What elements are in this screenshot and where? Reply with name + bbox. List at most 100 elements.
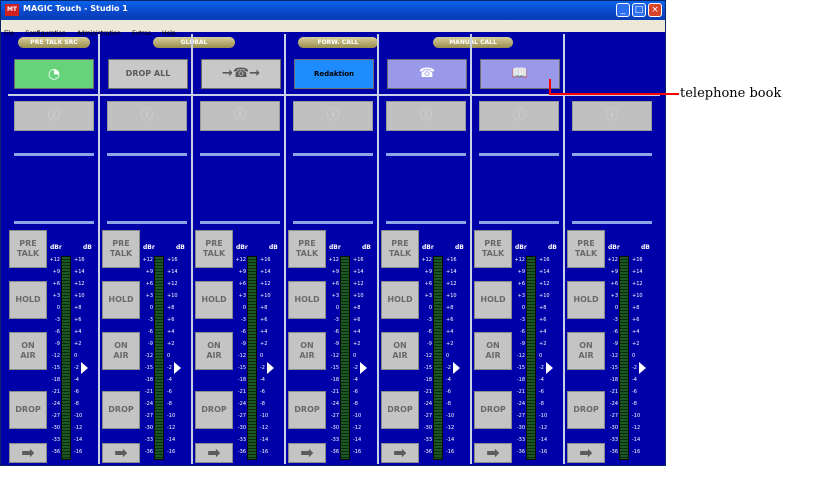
meter-unit-db: dB [269,244,278,251]
on-air-button[interactable]: ON AIR [102,332,140,370]
level-marker-icon[interactable] [639,362,646,374]
drop-button[interactable]: DROP [474,391,512,429]
meter-tick-dbr: +6 [145,281,153,287]
pre-talk-button[interactable]: PRE TALK [102,230,140,268]
drop-button[interactable]: DROP [381,391,419,429]
arrow-right-icon: ➡ [207,443,221,462]
forward-button[interactable]: ➡ [474,443,512,463]
meter-tick-db: +12 [446,281,457,287]
meter-tick-db: 0 [74,353,78,359]
forward-button[interactable]: ➡ [288,443,326,463]
drop-button[interactable]: DROP [102,391,140,429]
meter-tick-db: +4 [74,329,82,335]
caller-info-button[interactable]: ⓘ [386,101,466,131]
meter-tick-dbr: -9 [148,341,153,347]
meter-tick-dbr: -27 [516,413,525,419]
caller-name-line [479,153,559,156]
hold-button[interactable]: HOLD [102,281,140,319]
hold-button[interactable]: HOLD [567,281,605,319]
pre-talk-button[interactable]: PRE TALK [567,230,605,268]
forward-button[interactable]: ➡ [102,443,140,463]
level-meter [433,256,443,460]
drop-button[interactable]: DROP [9,391,47,429]
forward-button[interactable]: ➡ [195,443,233,463]
drop-button[interactable]: DROP [288,391,326,429]
meter-tick-dbr: -36 [237,449,246,455]
caller-note-line [572,221,652,224]
meter-tick-db: -4 [539,377,544,383]
meter-tick-dbr: -24 [144,401,153,407]
meter-tick-dbr: 0 [428,305,432,311]
level-marker-icon[interactable] [174,362,181,374]
info-icon: ⓘ [419,108,433,123]
drop-button[interactable]: DROP [567,391,605,429]
level-marker-icon[interactable] [81,362,88,374]
meter-tick-dbr: -3 [241,317,246,323]
caller-info-button[interactable]: ⓘ [572,101,652,131]
meter-tick-dbr: -30 [609,425,618,431]
meter-tick-db: +4 [446,329,454,335]
caller-info-button[interactable]: ⓘ [107,101,187,131]
on-air-button[interactable]: ON AIR [567,332,605,370]
meter-tick-dbr: +12 [514,257,525,263]
hold-button[interactable]: HOLD [288,281,326,319]
meter-tick-dbr: -33 [237,437,246,443]
level-marker-icon[interactable] [453,362,460,374]
hold-button[interactable]: HOLD [381,281,419,319]
meter-tick-db: -14 [539,437,548,443]
meter-tick-dbr: -36 [423,449,432,455]
forward-button[interactable]: ➡ [381,443,419,463]
meter-tick-db: +14 [167,269,178,275]
meter-tick-dbr: -33 [423,437,432,443]
meter-tick-db: +14 [74,269,85,275]
caller-info-button[interactable]: ⓘ [14,101,94,131]
meter-tick-dbr: -24 [423,401,432,407]
on-air-button[interactable]: ON AIR [9,332,47,370]
meter-tick-dbr: -3 [613,317,618,323]
meter-unit-dbr: dBr [329,244,341,251]
caller-note-line [386,221,466,224]
on-air-button[interactable]: ON AIR [195,332,233,370]
drop-button[interactable]: DROP [195,391,233,429]
pre-talk-button[interactable]: PRE TALK [9,230,47,268]
hold-button[interactable]: HOLD [474,281,512,319]
meter-tick-db: -10 [260,413,269,419]
on-air-button[interactable]: ON AIR [474,332,512,370]
pre-talk-button[interactable]: PRE TALK [288,230,326,268]
meter-tick-db: -14 [632,437,641,443]
meter-tick-dbr: -21 [609,389,618,395]
pre-talk-button[interactable]: PRE TALK [381,230,419,268]
forward-button[interactable]: ➡ [9,443,47,463]
level-marker-icon[interactable] [267,362,274,374]
hold-button[interactable]: HOLD [9,281,47,319]
caller-info-button[interactable]: ⓘ [479,101,559,131]
info-icon: ⓘ [512,108,526,123]
pre-talk-button[interactable]: PRE TALK [195,230,233,268]
meter-tick-dbr: -9 [334,341,339,347]
meter-tick-dbr: -21 [330,389,339,395]
caller-name-line [200,153,280,156]
caller-info-button[interactable]: ⓘ [293,101,373,131]
meter-tick-db: +4 [353,329,361,335]
arrow-right-icon: ➡ [114,443,128,462]
forward-button[interactable]: ➡ [567,443,605,463]
meter-tick-dbr: -30 [330,425,339,431]
meter-tick-dbr: -27 [330,413,339,419]
meter-tick-dbr: -36 [609,449,618,455]
meter-tick-db: +4 [539,329,547,335]
minimize-button[interactable]: _ [616,3,630,17]
on-air-button[interactable]: ON AIR [288,332,326,370]
level-marker-icon[interactable] [546,362,553,374]
level-marker-icon[interactable] [360,362,367,374]
meter-tick-db: +16 [260,257,271,263]
meter-tick-dbr: -24 [237,401,246,407]
hold-button[interactable]: HOLD [195,281,233,319]
pre-talk-button[interactable]: PRE TALK [474,230,512,268]
meter-tick-dbr: -27 [51,413,60,419]
meter-tick-db: -16 [167,449,176,455]
on-air-button[interactable]: ON AIR [381,332,419,370]
maximize-button[interactable]: □ [632,3,646,17]
caller-info-button[interactable]: ⓘ [200,101,280,131]
meter-tick-db: -4 [260,377,265,383]
close-button[interactable]: × [648,3,662,17]
